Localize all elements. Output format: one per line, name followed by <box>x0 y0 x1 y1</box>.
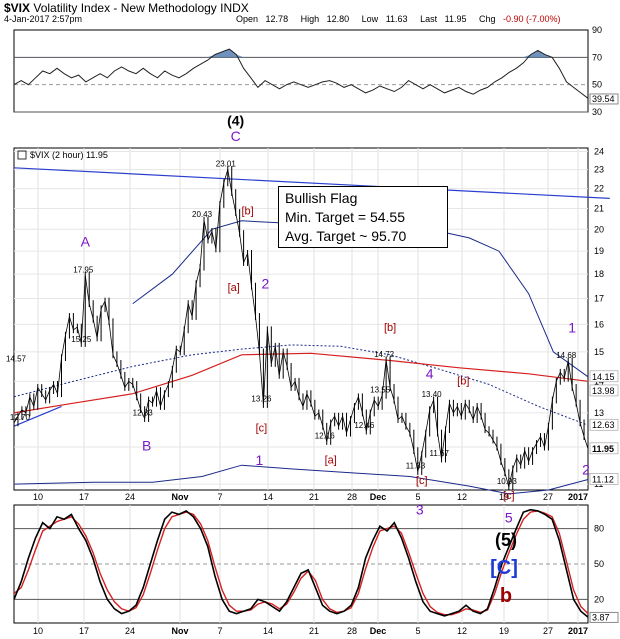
x-tick-label: 7 <box>217 626 222 636</box>
rsi-tick-label: 90 <box>592 25 602 35</box>
price-annotation: 13.40 <box>422 390 443 399</box>
price-tick-label: 20 <box>594 224 604 234</box>
x-tick-label: 21 <box>309 492 319 502</box>
price-tick-label: 21 <box>594 203 604 213</box>
stoch-last-value: 3.87 <box>592 612 610 622</box>
price-right-label: 12.63 <box>592 420 615 430</box>
price-annotation: 14.57 <box>6 354 27 363</box>
price-tick-label: 23 <box>594 165 604 175</box>
note-line-1: Bullish Flag <box>285 190 358 206</box>
wave-label: C <box>231 128 241 144</box>
stoch-tick-label: 80 <box>594 524 604 534</box>
stoch-tick-label: 20 <box>594 594 604 604</box>
note-line-2: Min. Target = 54.55 <box>285 209 405 225</box>
rsi-tick-label: 70 <box>592 52 602 62</box>
wave-label: 1 <box>568 319 576 335</box>
x-tick-label: 10 <box>33 626 43 636</box>
price-right-label: 11.12 <box>592 475 614 485</box>
x-tick-label: 27 <box>543 492 553 502</box>
price-annotation: 11.67 <box>430 449 450 458</box>
wave-label: [c] <box>416 475 428 487</box>
price-legend: $VIX (2 hour) 11.95 <box>30 150 108 160</box>
wave-label: 1 <box>256 452 264 468</box>
x-tick-label: Dec <box>370 626 387 636</box>
x-tick-label: Nov <box>171 492 188 502</box>
x-tick-label: 12 <box>457 492 467 502</box>
wave-label: 2 <box>582 462 590 478</box>
rsi-last-value: 39.54 <box>592 94 615 104</box>
price-right-label: 13.98 <box>592 386 615 396</box>
x-tick-label: 19 <box>499 626 509 636</box>
x-tick-label: 12 <box>457 626 467 636</box>
price-tick-label: 22 <box>594 184 604 194</box>
wave-label: [b] <box>241 206 253 218</box>
x-tick-label: 7 <box>217 492 222 502</box>
wave-label: [b] <box>384 322 396 334</box>
x-tick-label: 21 <box>309 626 319 636</box>
price-annotation: 12.83 <box>133 409 154 418</box>
wave-label: 5 <box>505 510 513 526</box>
note-line-3: Avg. Target ~ 95.70 <box>285 228 407 244</box>
x-tick-label: Dec <box>370 492 387 502</box>
wave-label: [c] <box>256 422 268 434</box>
price-right-label: 11.95 <box>592 444 614 454</box>
wave-label: [a] <box>228 282 240 294</box>
x-tick-label: 28 <box>347 626 357 636</box>
price-tick-label: 17 <box>594 294 604 304</box>
x-tick-label: 17 <box>79 626 89 636</box>
wave-label: 4 <box>426 365 434 381</box>
x-tick-label: 2017 <box>568 626 588 636</box>
wave-label: [C] <box>490 557 518 579</box>
wave-label: [a] <box>325 454 337 466</box>
x-tick-label: 28 <box>347 492 357 502</box>
wave-label: [c] <box>503 490 515 502</box>
wave-label: 2 <box>261 276 269 292</box>
price-tick-label: 19 <box>594 246 604 256</box>
price-annotation: 13.26 <box>251 394 272 403</box>
wave-label: b <box>500 585 512 607</box>
price-annotation: 10.93 <box>497 477 518 486</box>
price-annotation: 23.01 <box>216 159 237 168</box>
rsi-tick-label: 50 <box>592 80 602 90</box>
price-right-label: 14.15 <box>592 372 615 382</box>
stoch-tick-label: 50 <box>594 559 604 569</box>
price-annotation: 12.16 <box>315 431 336 440</box>
x-tick-label: 24 <box>125 492 135 502</box>
price-annotation: 20.43 <box>192 210 213 219</box>
price-tick-label: 18 <box>594 269 604 279</box>
x-tick-label: 5 <box>415 626 420 636</box>
x-tick-label: 2017 <box>568 492 588 502</box>
price-annotation: 17.95 <box>73 265 94 274</box>
x-tick-label: Nov <box>171 626 188 636</box>
wave-label: (4) <box>227 113 244 129</box>
price-annotation: 12.46 <box>354 421 375 430</box>
price-annotation: 14.68 <box>556 351 577 360</box>
wave-label: 3 <box>416 501 424 517</box>
x-tick-label: 27 <box>543 626 553 636</box>
price-tick-label: 24 <box>594 147 604 157</box>
price-annotation: 13.55 <box>370 385 391 394</box>
wave-label: [b] <box>457 375 469 387</box>
wave-label: B <box>142 438 151 454</box>
bullish-flag-note: Bullish Flag Min. Target = 54.55 Avg. Ta… <box>278 186 448 248</box>
price-tick-label: 15 <box>594 347 604 357</box>
x-tick-label: 24 <box>125 626 135 636</box>
x-tick-label: 10 <box>33 492 43 502</box>
vix-chart: 101017172424NovNov77141421212828DecDec55… <box>6 25 619 636</box>
price-annotation: 12.70 <box>10 413 31 422</box>
price-annotation: 14.72 <box>374 350 395 359</box>
price-annotation: 15.25 <box>71 335 92 344</box>
price-tick-label: 13 <box>594 408 604 418</box>
wave-label: (5) <box>495 530 517 550</box>
rsi-panel-frame <box>13 29 589 113</box>
price-tick-label: 16 <box>594 319 604 329</box>
x-tick-label: 14 <box>263 492 273 502</box>
x-tick-label: 14 <box>263 626 273 636</box>
x-tick-label: 17 <box>79 492 89 502</box>
wave-label: A <box>81 234 91 250</box>
price-annotation: 11.33 <box>406 462 426 471</box>
rsi-tick-label: 30 <box>592 107 602 117</box>
